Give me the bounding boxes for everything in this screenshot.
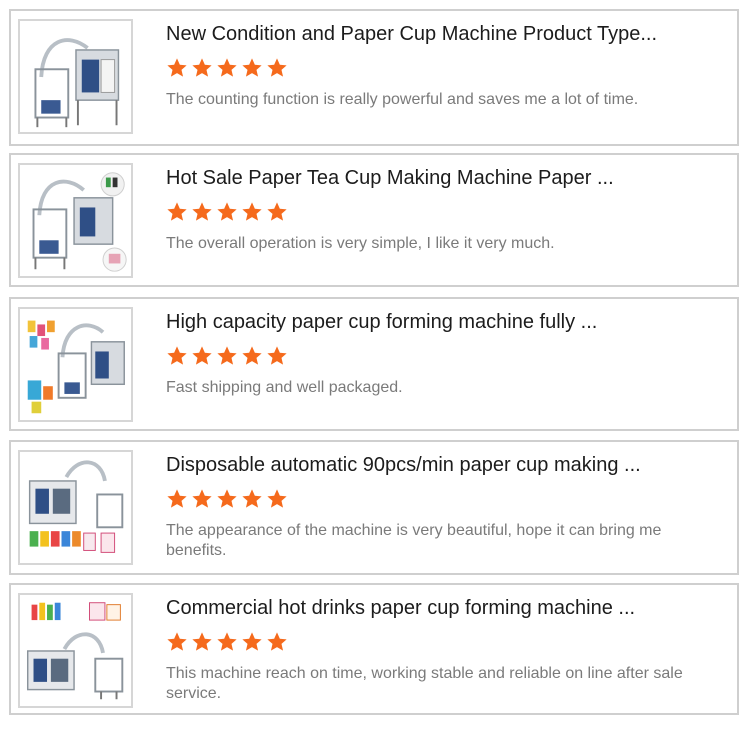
review-card[interactable]: High capacity paper cup forming machine …: [9, 297, 739, 431]
star-icon: [242, 58, 262, 77]
star-icon: [267, 489, 287, 508]
product-image[interactable]: [18, 163, 133, 278]
star-icon: [242, 632, 262, 651]
star-icon: [167, 58, 187, 77]
review-comment: Fast shipping and well packaged.: [166, 379, 403, 396]
star-rating: [166, 488, 288, 512]
star-icon: [167, 202, 187, 221]
review-title[interactable]: Disposable automatic 90pcs/min paper cup…: [166, 452, 726, 478]
star-icon: [267, 202, 287, 221]
star-icon: [217, 58, 237, 77]
star-icon: [192, 58, 212, 77]
star-icon: [217, 632, 237, 651]
review-comment: The overall operation is very simple, I …: [166, 235, 555, 252]
product-image[interactable]: [18, 307, 133, 422]
star-icon: [267, 346, 287, 365]
review-list: New Condition and Paper Cup Machine Prod…: [0, 0, 750, 730]
paper-cup-machine-image: [20, 595, 131, 706]
star-icon: [192, 202, 212, 221]
review-card[interactable]: Hot Sale Paper Tea Cup Making Machine Pa…: [9, 153, 739, 287]
star-icon: [167, 489, 187, 508]
star-rating: [166, 345, 288, 369]
star-icon: [242, 346, 262, 365]
review-title[interactable]: High capacity paper cup forming machine …: [166, 309, 726, 335]
review-comment: This machine reach on time, working stab…: [166, 665, 683, 702]
star-icon: [242, 202, 262, 221]
star-icon: [217, 489, 237, 508]
paper-cup-machine-image: [20, 165, 131, 276]
product-image[interactable]: [18, 593, 133, 708]
review-card[interactable]: Commercial hot drinks paper cup forming …: [9, 583, 739, 715]
star-icon: [192, 632, 212, 651]
review-title[interactable]: Commercial hot drinks paper cup forming …: [166, 595, 726, 621]
star-icon: [242, 489, 262, 508]
review-comment: The counting function is really powerful…: [166, 91, 639, 108]
review-title[interactable]: Hot Sale Paper Tea Cup Making Machine Pa…: [166, 165, 726, 191]
star-icon: [167, 346, 187, 365]
product-image[interactable]: [18, 19, 133, 134]
star-rating: [166, 631, 288, 655]
star-icon: [217, 202, 237, 221]
review-comment: The appearance of the machine is very be…: [166, 522, 662, 559]
star-icon: [267, 632, 287, 651]
star-rating: [166, 201, 288, 225]
star-icon: [192, 346, 212, 365]
review-card[interactable]: New Condition and Paper Cup Machine Prod…: [9, 9, 739, 146]
product-image[interactable]: [18, 450, 133, 565]
paper-cup-machine-image: [20, 309, 131, 420]
paper-cup-machine-image: [20, 21, 131, 132]
paper-cup-machine-image: [20, 452, 131, 563]
star-icon: [217, 346, 237, 365]
star-icon: [167, 632, 187, 651]
review-title[interactable]: New Condition and Paper Cup Machine Prod…: [166, 21, 726, 47]
star-icon: [192, 489, 212, 508]
review-card[interactable]: Disposable automatic 90pcs/min paper cup…: [9, 440, 739, 575]
star-icon: [267, 58, 287, 77]
star-rating: [166, 57, 288, 81]
